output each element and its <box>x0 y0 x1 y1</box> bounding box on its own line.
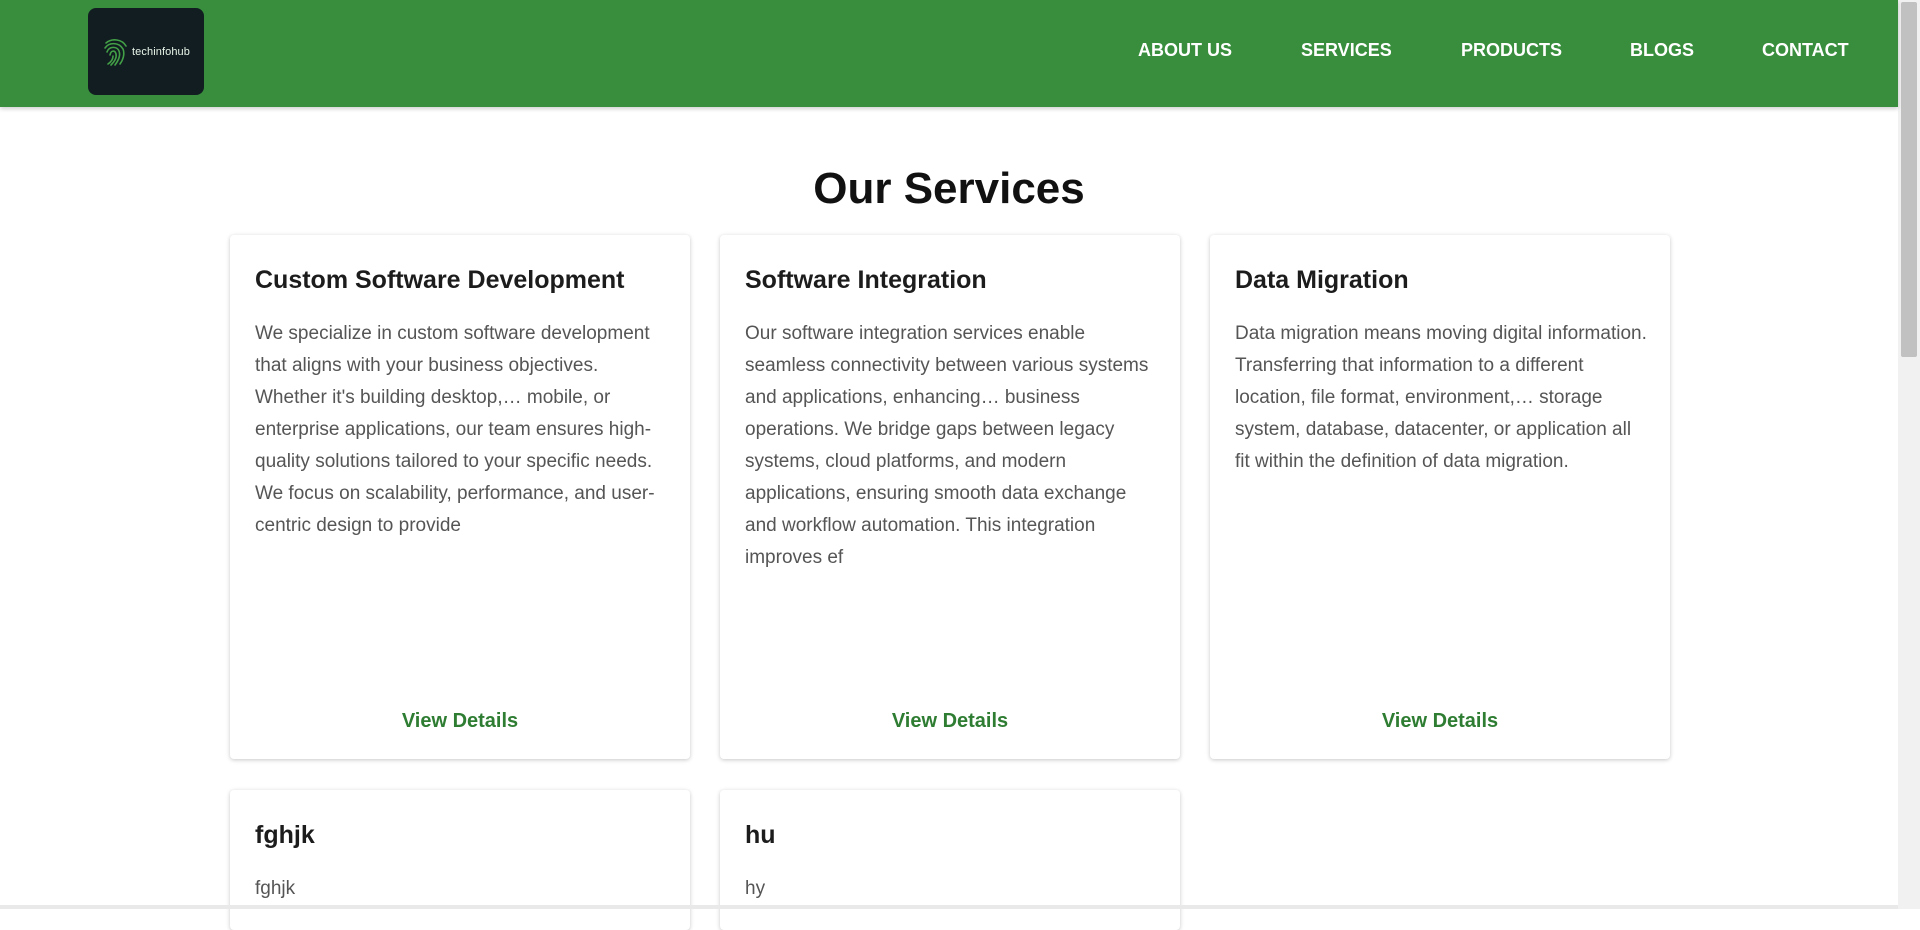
service-card: hu hy <box>720 790 1180 930</box>
window-bottom-edge <box>0 905 1898 909</box>
service-card: fghjk fghjk <box>230 790 690 930</box>
nav-blogs[interactable]: BLOGS <box>1630 40 1694 61</box>
service-description: We specialize in custom software develop… <box>255 323 655 536</box>
service-description: Data migration means moving digital info… <box>1235 323 1647 472</box>
service-title: Software Integration <box>745 266 987 294</box>
brand-logo[interactable]: techinfohub <box>88 8 204 95</box>
service-card: Custom Software Development We specializ… <box>230 235 690 759</box>
service-description: Our software integration services enable… <box>745 323 1149 568</box>
brand-name: techinfohub <box>132 45 190 58</box>
view-details-button[interactable]: View Details <box>720 710 1180 733</box>
service-description: fghjk <box>255 878 296 899</box>
nav-services[interactable]: SERVICES <box>1301 40 1392 61</box>
service-title: Data Migration <box>1235 266 1409 294</box>
nav-about-us[interactable]: ABOUT US <box>1138 40 1232 61</box>
service-title: Custom Software Development <box>255 266 625 294</box>
site-header: techinfohub ABOUT US SERVICES PRODUCTS B… <box>0 0 1898 107</box>
nav-products[interactable]: PRODUCTS <box>1461 40 1562 61</box>
view-details-button[interactable]: View Details <box>1210 710 1670 733</box>
service-title: fghjk <box>255 821 315 849</box>
service-card: Data Migration Data migration means movi… <box>1210 235 1670 759</box>
service-card: Software Integration Our software integr… <box>720 235 1180 759</box>
page-title: Our Services <box>813 164 1085 213</box>
fingerprint-icon <box>104 38 127 66</box>
nav-contact[interactable]: CONTACT <box>1762 40 1849 61</box>
view-details-button[interactable]: View Details <box>230 710 690 733</box>
vertical-scrollbar[interactable] <box>1898 0 1920 909</box>
service-title: hu <box>745 821 776 849</box>
scrollbar-thumb[interactable] <box>1901 2 1917 357</box>
service-description: hy <box>745 878 766 899</box>
